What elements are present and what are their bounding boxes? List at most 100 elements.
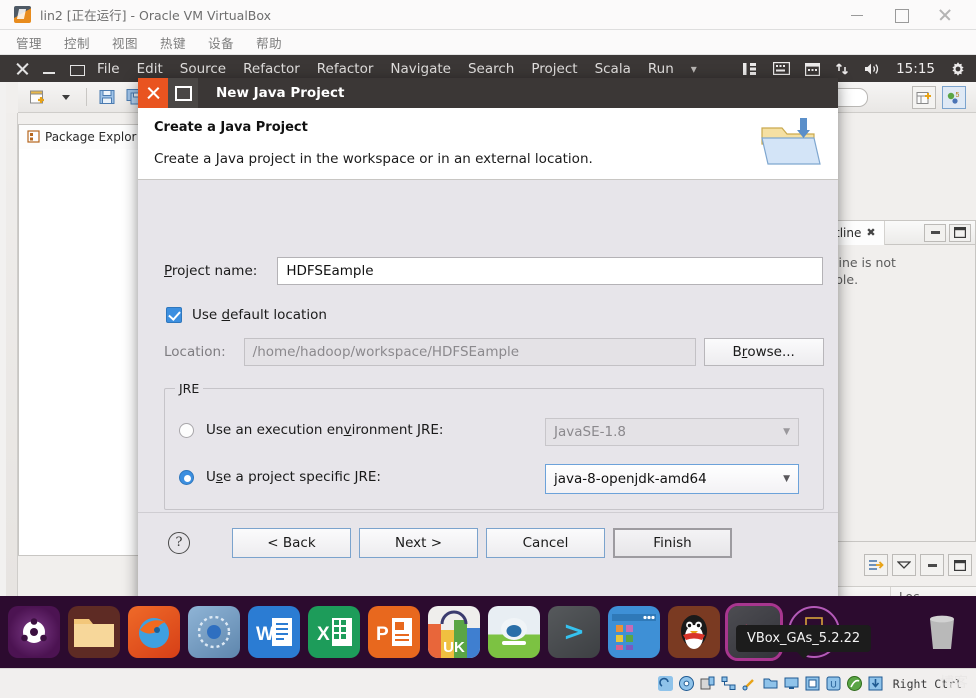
dock-item-terminal[interactable]: > (548, 606, 600, 658)
menu-scala[interactable]: Scala (595, 61, 631, 77)
menu-edit[interactable]: Edit (137, 61, 163, 77)
maximize-icon[interactable] (948, 554, 972, 576)
recording-icon[interactable] (805, 676, 820, 691)
hard-disk-icon[interactable] (657, 676, 673, 691)
outline-message-line1: line is not (835, 255, 896, 270)
maximize-icon[interactable] (949, 223, 971, 242)
menu-source[interactable]: Source (180, 61, 226, 77)
maximize-icon[interactable] (168, 78, 198, 108)
tooltip-text: VBox_GAs_5.2.22 (747, 631, 861, 646)
use-default-location-row[interactable]: Use default location (166, 307, 327, 323)
dialog-titlebar: New Java Project (138, 78, 838, 108)
chevron-down-icon[interactable]: ▾ (691, 62, 697, 76)
jre-execution-environment-radio[interactable] (179, 422, 194, 438)
eclipse-global-menu: File Edit Source Refactor Refactor Navig… (97, 61, 697, 77)
chevron-down-icon[interactable]: ▼ (783, 474, 790, 484)
panel-clock[interactable]: 15:15 (896, 61, 935, 77)
jre-project-specific-combo[interactable]: java-8-openjdk-amd64 ▼ (545, 464, 799, 494)
dock-item-app-grid[interactable] (608, 606, 660, 658)
vbox-menu-devices[interactable]: 设备 (208, 33, 234, 52)
keyboard-icon[interactable] (773, 62, 791, 75)
dialog-body: Project name: HDFSEample Use default loc… (138, 180, 838, 572)
vbox-menu-hotkeys[interactable]: 热键 (160, 33, 186, 52)
optical-disk-icon[interactable] (678, 676, 694, 691)
dock-item-trash[interactable] (916, 606, 968, 658)
jre-project-specific-value: java-8-openjdk-amd64 (554, 471, 707, 487)
dock-item-powerpoint[interactable]: P (368, 606, 420, 658)
close-icon[interactable] (938, 8, 952, 22)
screenshot-root: lin2 [正在运行] - Oracle VM VirtualBox 管理 控制… (0, 0, 976, 698)
minimize-icon[interactable] (920, 554, 944, 576)
usb-icon[interactable] (742, 676, 757, 691)
back-button[interactable]: < Back (232, 527, 351, 558)
volume-icon[interactable] (864, 62, 881, 76)
dialog-title: New Java Project (216, 85, 345, 101)
calendar-icon[interactable] (805, 62, 821, 76)
filter-icon[interactable] (864, 554, 888, 576)
close-icon[interactable] (16, 62, 29, 75)
network-icon[interactable] (721, 676, 736, 691)
minimize-icon[interactable] (924, 223, 946, 242)
browse-button[interactable]: Br owse... (703, 338, 824, 366)
network-icon[interactable] (835, 62, 849, 76)
jre-project-specific-row[interactable]: Use a project specific JRE: java-8-openj… (179, 464, 815, 494)
help-icon[interactable]: ? (168, 531, 190, 554)
maximize-icon[interactable] (70, 62, 85, 76)
dock-item-ubuntu-software-uk[interactable]: UK (428, 606, 480, 658)
vbox-menu-help[interactable]: 帮助 (256, 33, 282, 52)
dock-item-rhythmbox[interactable] (188, 606, 240, 658)
jre-execution-environment-combo: JavaSE-1.8 ▼ (545, 418, 799, 446)
vbox-menu-manage[interactable]: 管理 (16, 33, 42, 52)
chevron-down-icon[interactable] (54, 86, 78, 108)
menu-search[interactable]: Search (468, 61, 514, 77)
shared-folder-icon[interactable] (763, 676, 778, 691)
jre-group-label: JRE (175, 381, 204, 396)
features-icon[interactable]: U (826, 676, 841, 691)
menu-project[interactable]: Project (531, 61, 577, 77)
close-icon[interactable] (138, 78, 168, 108)
dialog-header: Create a Java Project Create a Java proj… (138, 108, 838, 180)
new-icon[interactable] (26, 86, 50, 108)
vbox-menu-control[interactable]: 控制 (64, 33, 90, 52)
dock-item-software-center[interactable] (488, 606, 540, 658)
dock-item-ubuntu-dash[interactable] (8, 606, 60, 658)
next-button[interactable]: Next > (359, 527, 478, 558)
save-icon[interactable] (95, 86, 119, 108)
minimize-icon[interactable] (850, 8, 864, 22)
menu-run[interactable]: Run (648, 61, 674, 77)
close-icon[interactable]: ✖ (866, 226, 875, 239)
maximize-icon[interactable] (894, 8, 909, 23)
dock-item-firefox[interactable] (128, 606, 180, 658)
dock-item-excel[interactable]: X (308, 606, 360, 658)
project-name-input[interactable]: HDFSEample (277, 257, 824, 285)
view-menu-icon[interactable] (892, 554, 916, 576)
gear-icon[interactable] (950, 61, 966, 77)
use-default-location-checkbox[interactable] (166, 307, 182, 323)
jre-execution-environment-row[interactable]: Use an execution environment JRE: JavaSE… (179, 418, 815, 446)
virtualbox-menubar: 管理 控制 视图 热键 设备 帮助 (0, 30, 976, 55)
floppy-icon[interactable] (700, 676, 715, 691)
cancel-button[interactable]: Cancel (486, 527, 605, 558)
menu-refactor-1[interactable]: Refactor (243, 61, 300, 77)
dock-item-word[interactable]: W (248, 606, 300, 658)
vbox-menu-view[interactable]: 视图 (112, 33, 138, 52)
menu-navigate[interactable]: Navigate (390, 61, 451, 77)
dock-item-files[interactable] (68, 606, 120, 658)
java-perspective-icon[interactable]: 5 (942, 86, 966, 109)
tab-package-explorer[interactable]: Package Explor (19, 124, 146, 149)
jre-project-specific-radio[interactable] (179, 469, 194, 485)
tab-label: Package Explor (45, 129, 137, 144)
finish-button[interactable]: Finish (613, 527, 732, 558)
outline-message-line2: ble. (835, 271, 859, 287)
dock-item-qq[interactable] (668, 606, 720, 658)
keyboard-icon[interactable] (868, 676, 883, 691)
svg-text:5: 5 (956, 92, 960, 99)
minimize-icon[interactable] (43, 62, 56, 75)
display-icon[interactable] (784, 676, 799, 691)
mouse-icon[interactable] (846, 676, 862, 691)
open-perspective-icon[interactable] (912, 86, 936, 109)
svg-text:P: P (376, 624, 389, 645)
input-source-icon[interactable] (742, 62, 758, 76)
menu-file[interactable]: File (97, 61, 120, 77)
menu-refactor-2[interactable]: Refactor (317, 61, 374, 77)
